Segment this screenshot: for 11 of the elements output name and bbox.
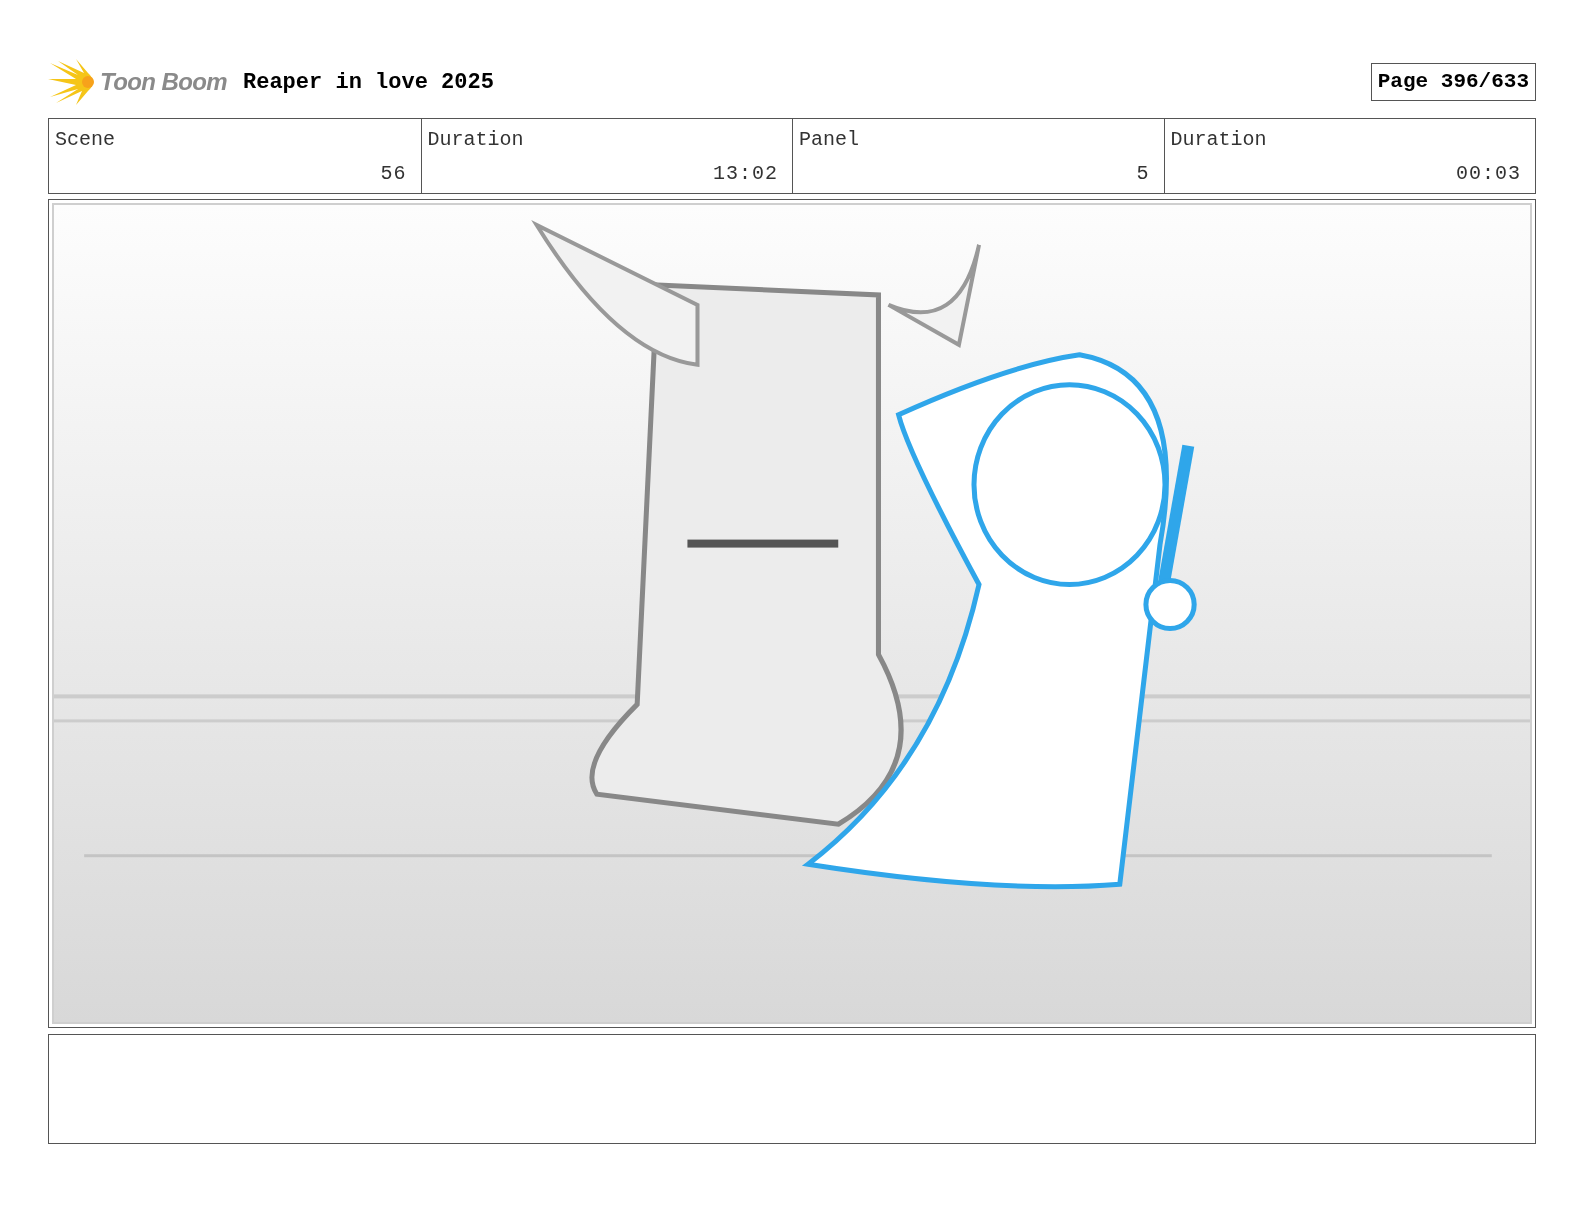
field-value: 00:03 — [1456, 161, 1521, 187]
field-value: 5 — [1136, 161, 1150, 187]
logo-text: Toon Boom — [100, 67, 227, 97]
field-value: 13:02 — [713, 161, 778, 187]
field-value: 56 — [380, 161, 407, 187]
field-label: Scene — [55, 127, 115, 153]
field-label: Duration — [1170, 127, 1267, 153]
field-label: Duration — [427, 127, 524, 153]
page-number: Page 396/633 — [1370, 63, 1536, 101]
field-label: Panel — [799, 127, 859, 153]
project-title: Reaper in love 2025 — [243, 68, 494, 97]
